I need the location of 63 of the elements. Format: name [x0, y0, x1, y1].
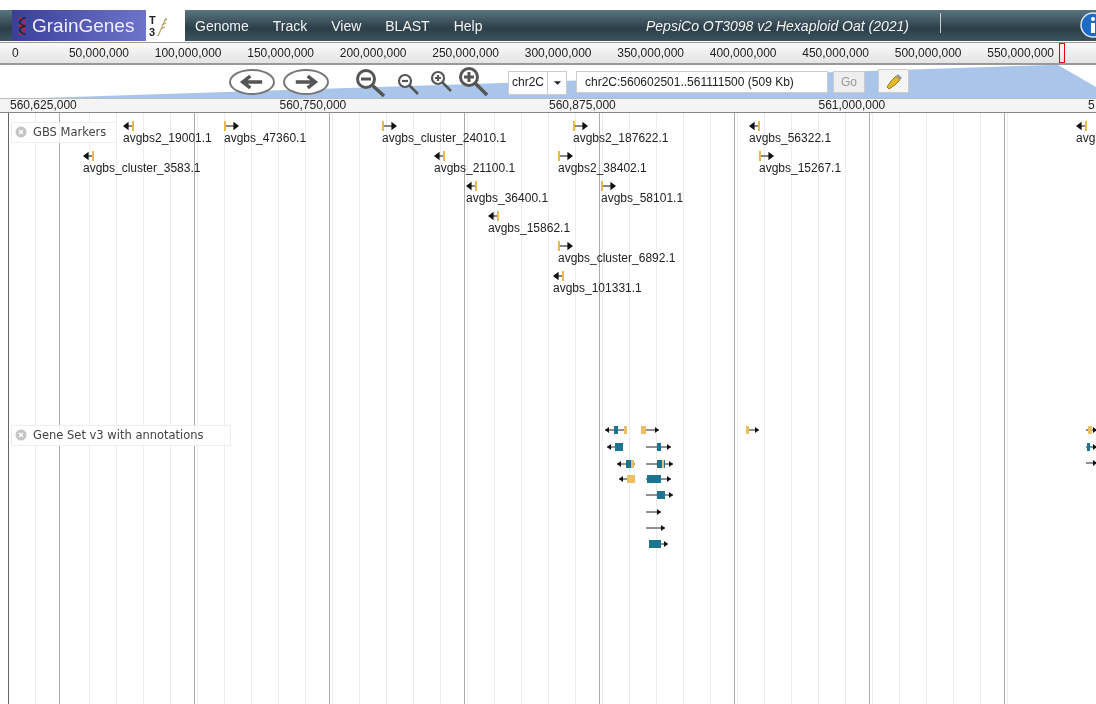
pan-right-button[interactable]	[283, 69, 329, 95]
ruler-label: 300,000,000	[524, 46, 592, 60]
ruler-label: 200,000,000	[339, 46, 407, 60]
marker-label[interactable]: avgbs2_19001.1	[123, 131, 212, 145]
marker-label[interactable]: avgbs_58101.1	[601, 191, 684, 205]
marker-label[interactable]: avg	[1076, 131, 1096, 145]
location-field[interactable]: chr2C:560602501..561111500 (509 Kb)	[576, 71, 828, 93]
marker-label[interactable]: avgbs_101331.1	[553, 281, 642, 295]
right-arrow-marker-icon[interactable]	[558, 241, 574, 251]
ruler-label: 100,000,000	[154, 46, 222, 60]
marker-label[interactable]: avgbs_56322.1	[749, 131, 832, 145]
zoom-out-icon[interactable]	[397, 73, 421, 97]
right-arrow-marker-icon[interactable]	[759, 151, 775, 161]
t3-logo[interactable]: T3	[146, 10, 185, 41]
ruler-label: 560,875,000	[549, 99, 616, 112]
right-arrow-marker-icon[interactable]	[558, 151, 574, 161]
ruler-label: 450,000,000	[802, 46, 869, 60]
dna-icon	[16, 14, 28, 37]
ruler-label: 560,625,000	[10, 99, 77, 112]
logo-text: GrainGenes	[32, 14, 135, 37]
ruler-label: 500,000,000	[894, 46, 962, 60]
ruler-label: 50,000,000	[68, 46, 129, 60]
right-arrow-marker-icon[interactable]	[382, 121, 398, 131]
ruler-label: 5	[1088, 99, 1095, 112]
ruler-label: 250,000,000	[432, 46, 499, 60]
caret-icon	[552, 80, 562, 86]
marker-label[interactable]: avgbs_cluster_24010.1	[382, 131, 507, 145]
track-label[interactable]: Gene Set v3 with annotations	[11, 425, 231, 446]
marker-label[interactable]: avgbs2_38402.1	[558, 161, 647, 175]
ruler-label: 561,000,000	[818, 99, 886, 112]
marker-label[interactable]: avgbs_15862.1	[488, 221, 571, 235]
marker-label[interactable]: avgbs_47360.1	[224, 131, 307, 145]
marker-label[interactable]: avgbs_21100.1	[434, 161, 516, 175]
dataset-title: PepsiCo OT3098 v2 Hexaploid Oat (2021)	[646, 17, 910, 34]
highlight-button[interactable]	[878, 69, 909, 93]
current-position-marker	[1059, 43, 1065, 63]
ruler-label: 350,000,000	[617, 46, 684, 60]
menu-item[interactable]: View	[331, 17, 362, 34]
overview-ruler[interactable]: 0 50,000,000 100,000,000 150,000,000 200,000,000 250,000,000 300,000,000 350,000,000 400,000,000 450,000,000 500,000,000 550,000,000	[0, 42, 1096, 65]
zoom-in-icon[interactable]	[430, 70, 454, 94]
track-label[interactable]: GBS Markers	[11, 122, 118, 143]
marker-label[interactable]: avgbs_cluster_3583.1	[83, 161, 201, 175]
right-arrow-marker-icon[interactable]	[224, 121, 240, 131]
zoom-out-icon[interactable]	[355, 68, 387, 98]
ruler-label: 560,750,000	[279, 99, 347, 112]
marker-label[interactable]: avgbs_cluster_6892.1	[558, 251, 676, 265]
ruler-label: 150,000,000	[247, 46, 314, 60]
site-logo[interactable]: GrainGenes	[12, 10, 146, 41]
right-arrow-marker-icon[interactable]	[573, 121, 589, 131]
marker-label[interactable]: avgbs2_187622.1	[573, 131, 669, 145]
marker-label[interactable]: avgbs_15267.1	[759, 161, 842, 175]
menu-item[interactable]: Help	[453, 17, 483, 34]
ruler-label: 550,000,000	[987, 46, 1054, 60]
marker-label[interactable]: avgbs_36400.1	[466, 191, 549, 205]
right-arrow-marker-icon[interactable]	[601, 181, 617, 191]
chromosome-select[interactable]: chr2C	[508, 71, 567, 95]
ruler-label: 400,000,000	[709, 46, 777, 60]
menu-item[interactable]: BLAST	[385, 17, 430, 34]
ruler-label: 0	[12, 46, 19, 60]
pan-left-button[interactable]	[229, 69, 275, 95]
menu-item[interactable]: Genome	[195, 17, 249, 34]
zoom-in-icon[interactable]	[458, 66, 490, 98]
menu-item[interactable]: Track	[272, 17, 308, 34]
